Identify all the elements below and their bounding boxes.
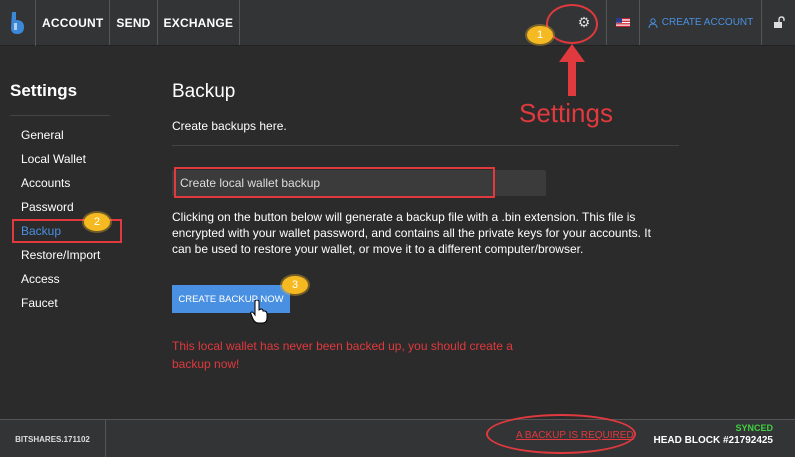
step-badge-2: 2: [84, 213, 110, 231]
sidebar-title: Settings: [10, 81, 78, 100]
backup-description: Clicking on the button below will genera…: [172, 210, 651, 256]
sidebar-item-general[interactable]: General: [21, 127, 100, 151]
status-footer: BITSHARES.171102 A BACKUP IS REQUIRED SY…: [0, 419, 795, 457]
backup-required-highlight: [486, 414, 636, 454]
hand-cursor-icon: [250, 300, 268, 324]
nav-account[interactable]: ACCOUNT: [36, 0, 111, 45]
us-flag-icon[interactable]: [606, 0, 640, 45]
sidebar-item-local-wallet[interactable]: Local Wallet: [21, 151, 100, 175]
sidebar-item-restore-import[interactable]: Restore/Import: [21, 247, 100, 271]
create-backup-button[interactable]: CREATE BACKUP NOW: [172, 285, 290, 313]
nav-send[interactable]: SEND: [110, 0, 158, 45]
gear-highlight-circle: [546, 4, 598, 44]
version-label: BITSHARES.171102: [0, 420, 106, 457]
sidebar-item-access[interactable]: Access: [21, 271, 100, 295]
divider: [172, 145, 679, 146]
unlock-icon[interactable]: [762, 0, 795, 45]
bitshares-logo-icon[interactable]: [0, 0, 36, 46]
settings-callout-label: Settings: [519, 98, 613, 128]
sidebar-item-faucet[interactable]: Faucet: [21, 295, 100, 319]
sync-status: SYNCED: [735, 423, 773, 433]
sidebar-item-accounts[interactable]: Accounts: [21, 175, 100, 199]
step-badge-3: 3: [282, 276, 308, 294]
page-title: Backup: [172, 81, 236, 102]
divider: [10, 115, 110, 116]
step-badge-1: 1: [527, 26, 553, 44]
top-nav: ACCOUNT SEND EXCHANGE ⚙ CREATE ACCOUNT: [0, 0, 795, 46]
user-icon: [648, 17, 658, 28]
nav-exchange[interactable]: EXCHANGE: [158, 0, 241, 45]
head-block: HEAD BLOCK #21792425: [653, 435, 774, 446]
backup-warning: This local wallet has never been backed …: [172, 339, 513, 371]
page-subtitle: Create backups here.: [172, 119, 287, 133]
backup-panel: Backup Create backups here. Clicking on …: [172, 47, 772, 419]
input-highlight: [174, 167, 495, 198]
create-account-link[interactable]: CREATE ACCOUNT: [640, 0, 762, 45]
arrow-up-icon: [559, 44, 585, 96]
